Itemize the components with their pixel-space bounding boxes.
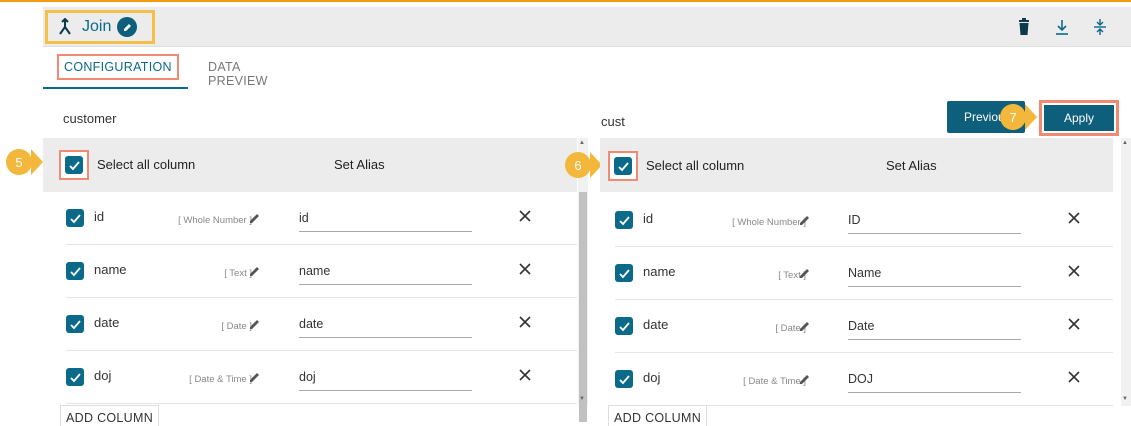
column-checkbox[interactable] [66,315,84,333]
alias-input[interactable] [848,259,1021,287]
remove-column-icon[interactable] [518,368,532,382]
right-grid-header: Select all column Set Alias [600,138,1113,192]
alias-input[interactable] [299,257,472,285]
table-row: doj [ Date & Time ] [615,353,1113,406]
column-type: [ Text ] [224,268,252,279]
checkbox-checked-icon [614,157,632,175]
remove-column-icon[interactable] [518,209,532,223]
alias-input[interactable] [299,204,472,232]
top-accent-line [0,0,1131,2]
scroll-down-arrow[interactable]: ▼ [579,396,585,402]
column-checkbox[interactable] [615,211,633,229]
column-checkbox[interactable] [66,209,84,227]
apply-button-highlight: Apply [1039,100,1119,136]
edit-type-icon[interactable] [249,265,261,277]
column-name: id [643,211,654,226]
edit-type-icon[interactable] [249,318,261,330]
table-row: name[ Text ] [615,247,1113,300]
column-name: date [643,317,669,332]
download-icon[interactable] [1053,18,1071,36]
alias-input[interactable] [299,310,472,338]
right-select-all-checkbox[interactable] [608,151,638,181]
remove-column-icon[interactable] [1067,317,1081,331]
remove-column-icon[interactable] [1067,211,1081,225]
column-name: date [94,315,120,330]
table-row: id [ Whole Number ] [66,192,577,245]
edit-type-icon[interactable] [249,371,261,383]
column-name: id [94,209,105,224]
left-scroll-thumb[interactable] [579,192,587,422]
column-name: name [94,262,127,277]
checkbox-checked-icon [65,156,83,174]
column-type: [ Date ] [221,321,252,332]
left-add-column-button[interactable]: ADD COLUMN [60,405,160,426]
column-type: [ Whole Number ] [178,215,252,226]
right-table-name: cust [601,114,625,129]
column-type: [ Date & Time ] [189,374,252,385]
edit-type-icon[interactable] [799,373,811,385]
alias-input[interactable] [848,365,1021,393]
column-checkbox[interactable] [615,370,633,388]
scroll-down-arrow[interactable]: ▼ [1122,396,1128,402]
column-type: [ Date & Time ] [743,376,806,387]
collapse-icon[interactable] [1091,18,1109,36]
edit-type-icon[interactable] [799,214,811,226]
apply-button[interactable]: Apply [1044,105,1114,131]
left-grid-header: Select all column Set Alias [43,138,577,192]
scroll-up-arrow[interactable]: ▲ [579,140,585,146]
left-table-name: customer [63,111,117,126]
right-set-alias-header: Set Alias [886,158,937,173]
column-checkbox[interactable] [66,262,84,280]
table-row: name [ Text ] [66,245,577,298]
node-title: Join [82,18,112,35]
edit-type-icon[interactable] [799,320,811,332]
table-row: id [ Whole Number ] [615,194,1113,247]
table-row: date [ Date ] [66,298,577,351]
tab-data-preview[interactable]: DATA PREVIEW [208,60,268,88]
alias-input[interactable] [848,312,1021,340]
remove-column-icon[interactable] [518,262,532,276]
remove-column-icon[interactable] [1067,370,1081,384]
remove-column-icon[interactable] [518,315,532,329]
right-add-column-button[interactable]: ADD COLUMN [608,405,708,426]
column-name: doj [643,370,661,385]
left-scrollbar[interactable]: ▲ ▼ [578,138,588,422]
left-select-all-checkbox[interactable] [59,150,89,180]
left-select-all-label: Select all column [97,157,196,172]
edit-type-icon[interactable] [799,267,811,279]
column-checkbox[interactable] [66,368,84,386]
node-header: Join [43,7,1131,47]
tab-configuration[interactable]: CONFIGURATION [57,54,179,80]
active-tab-underline [43,87,188,89]
node-title-box[interactable]: Join [45,10,155,44]
table-row: doj [ Date & Time ] [66,351,577,404]
edit-type-icon[interactable] [249,212,261,224]
table-row: date[ Date ] [615,300,1113,353]
trash-icon[interactable] [1015,18,1033,36]
column-checkbox[interactable] [615,264,633,282]
step-badge-7: 7 [1000,104,1026,130]
step-badge-6: 6 [565,152,591,178]
column-checkbox[interactable] [615,317,633,335]
column-name: doj [94,368,112,383]
remove-column-icon[interactable] [1067,264,1081,278]
column-name: name [643,264,676,279]
step-badge-arrow [1025,104,1037,130]
right-scrollbar[interactable]: ▲ ▼ [1121,138,1131,406]
edit-icon[interactable] [117,17,138,37]
left-set-alias-header: Set Alias [334,157,385,172]
alias-input[interactable] [299,363,472,391]
alias-input[interactable] [848,206,1021,234]
step-badge-arrow [31,149,43,175]
scroll-up-arrow[interactable]: ▲ [1122,140,1128,146]
column-type: [ Whole Number ] [732,217,806,228]
step-badge-5: 5 [6,149,32,175]
right-select-all-label: Select all column [646,158,745,173]
join-icon [59,18,71,35]
